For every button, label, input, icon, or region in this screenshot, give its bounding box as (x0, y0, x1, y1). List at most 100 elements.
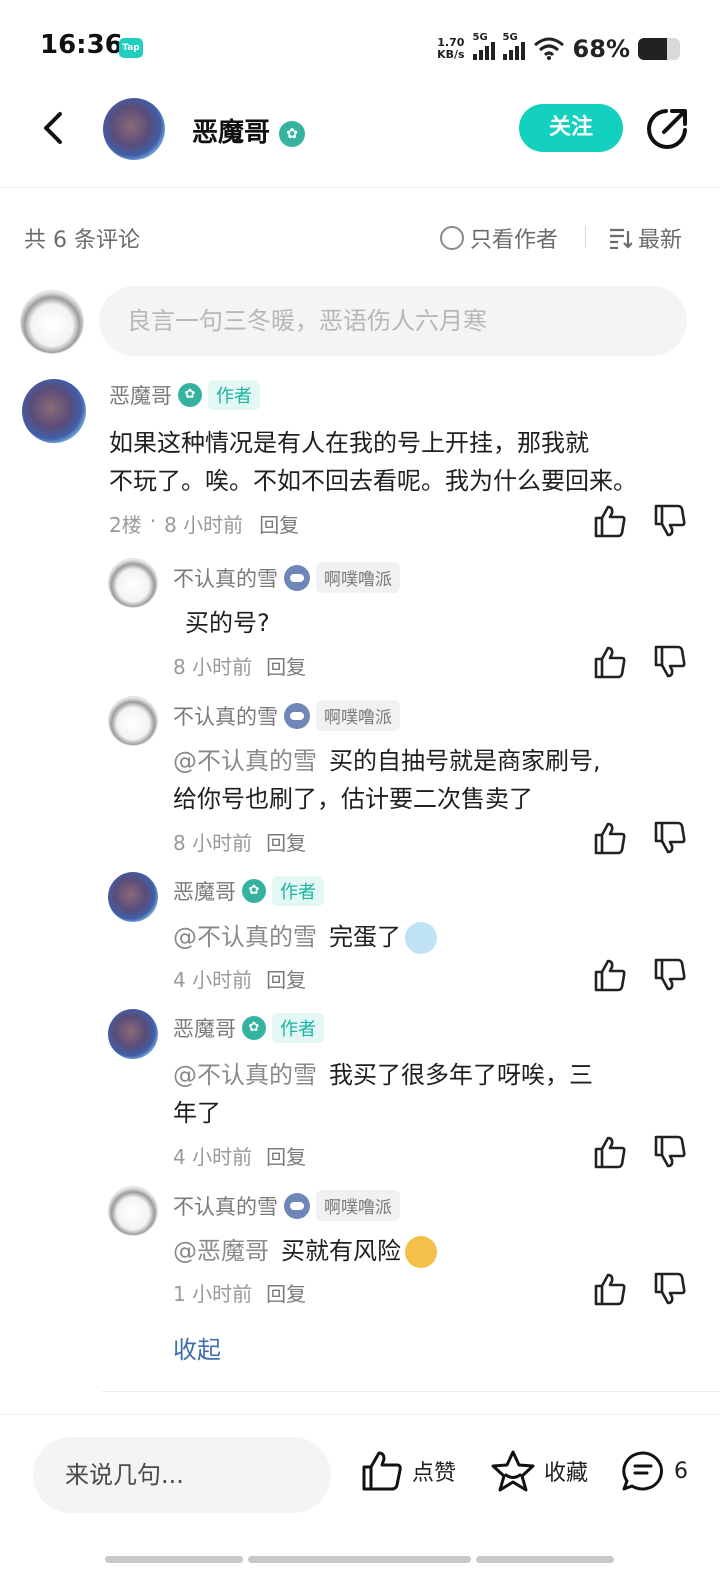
author-avatar[interactable] (103, 98, 165, 160)
reply-text-line: 年了 (173, 1099, 221, 1127)
reply-avatar[interactable] (108, 872, 158, 922)
wifi-icon (533, 37, 564, 60)
reply-time: 4 小时前 (173, 1145, 253, 1169)
gamepad-icon (284, 564, 310, 591)
reply-author-name[interactable]: 不认真的雪 啊噗噜派 (173, 562, 400, 593)
comment-text-line: 如果这种情况是有人在我的号上开挂，那我就 (109, 429, 589, 457)
commenter-name[interactable]: 恶魔哥 ✿ 作者 (109, 380, 260, 410)
follow-button[interactable]: 关注 (519, 104, 623, 152)
favorite-label: 收藏 (544, 1461, 589, 1486)
group-tag: 啊噗噜派 (316, 700, 400, 731)
reply-avatar[interactable] (108, 558, 158, 608)
reply-avatar[interactable] (108, 696, 158, 746)
mention-link[interactable]: @不认真的雪 (173, 923, 317, 951)
reply-author-name[interactable]: 不认真的雪 啊噗噜派 (173, 700, 400, 731)
verified-icon: ✿ (279, 120, 306, 147)
comment-meta: 2楼 · 8 小时前 回复 (109, 509, 299, 538)
author-tag: 作者 (208, 380, 260, 410)
tap-app-icon: Tap (119, 38, 143, 58)
reply-button[interactable]: 回复 (266, 964, 306, 993)
status-time: 16:36 (40, 30, 123, 60)
comment-button[interactable]: 6 (620, 1449, 688, 1493)
reply-author-name[interactable]: 恶魔哥 ✿ 作者 (173, 1013, 324, 1043)
reply-meta: 4 小时前 回复 (173, 964, 306, 993)
comment-time: 8 小时前 (164, 513, 244, 537)
commenter-name-text: 恶魔哥 (109, 384, 172, 408)
reply-author-name-text: 恶魔哥 (173, 880, 236, 904)
nav-indicator (476, 1556, 614, 1563)
thumb-down-icon[interactable] (652, 958, 686, 992)
reply-author-name-text: 不认真的雪 (173, 704, 278, 729)
comment-text-line: 不玩了。唉。不如不回去看呢。我为什么要回来。 (109, 467, 637, 495)
reply-text-line: @恶魔哥 买就有风险 (173, 1232, 693, 1270)
reply-button[interactable]: 回复 (259, 509, 299, 538)
chevron-left-icon[interactable] (34, 108, 74, 148)
post-header: 恶魔哥 ✿ 关注 (0, 96, 720, 188)
thumb-up-icon[interactable] (592, 821, 626, 855)
share-icon[interactable] (644, 106, 690, 152)
reply-button[interactable]: 回复 (266, 1141, 306, 1170)
commenter-avatar[interactable] (22, 379, 86, 443)
comment-text: 如果这种情况是有人在我的号上开挂，那我就 不玩了。唉。不如不回去看呢。我为什么要… (109, 424, 709, 500)
only-author-label: 只看作者 (470, 228, 559, 253)
thumb-up-icon[interactable] (592, 1272, 626, 1306)
thumb-down-icon[interactable] (652, 1272, 686, 1306)
thumb-down-icon[interactable] (652, 504, 686, 538)
divider (102, 1391, 720, 1392)
battery-percent: 68% (572, 35, 630, 63)
verified-icon: ✿ (242, 879, 266, 903)
mention-link[interactable]: @不认真的雪 (173, 1061, 317, 1089)
thumb-down-icon[interactable] (652, 645, 686, 679)
comment-input[interactable]: 良言一句三冬暖，恶语伤人六月寒 (99, 286, 687, 356)
reply-button[interactable]: 回复 (266, 827, 306, 856)
status-bar: 16:36 Tap 1.70 KB/s 5G 5G 68% (0, 0, 720, 96)
author-name[interactable]: 恶魔哥 ✿ (192, 112, 306, 149)
thumb-down-icon[interactable] (652, 1135, 686, 1169)
reply-avatar[interactable] (108, 1009, 158, 1059)
reply-avatar[interactable] (108, 1186, 158, 1236)
my-avatar (20, 290, 84, 354)
thumb-down-icon[interactable] (652, 821, 686, 855)
reply-button[interactable]: 回复 (266, 651, 306, 680)
thumb-up-icon[interactable] (592, 504, 626, 538)
nav-indicator (105, 1556, 243, 1563)
sort-label: 最新 (638, 228, 683, 253)
reply-time: 8 小时前 (173, 831, 253, 855)
author-name-text: 恶魔哥 (192, 118, 271, 148)
reply-button[interactable]: 回复 (266, 1278, 306, 1307)
mention-link[interactable]: @不认真的雪 (173, 747, 317, 775)
thumb-up-icon[interactable] (592, 958, 626, 992)
comment-count: 共 6 条评论 (24, 228, 140, 253)
thumb-up-icon[interactable] (592, 645, 626, 679)
reply-author-name-text: 不认真的雪 (173, 566, 278, 591)
reply-meta: 8 小时前 回复 (173, 651, 306, 680)
reply-author-name[interactable]: 恶魔哥 ✿ 作者 (173, 876, 324, 906)
reply-text: @恶魔哥 买就有风险 (173, 1232, 693, 1270)
sort-lines-icon (610, 228, 632, 249)
reply-text-line: 买的号? (173, 604, 693, 642)
reply-text: 买的号? (173, 604, 693, 642)
say-something-input[interactable]: 来说几句... (33, 1437, 331, 1513)
reply-text-content: 我买了很多年了呀唉，三 (329, 1061, 593, 1089)
thumb-up-icon (362, 1451, 402, 1491)
signal-label-1: 5G (472, 32, 488, 43)
favorite-button[interactable]: 收藏 (490, 1449, 588, 1493)
sort-toggle[interactable]: 最新 (608, 222, 682, 254)
author-tag: 作者 (272, 876, 324, 906)
collapse-button[interactable]: 收起 (173, 1330, 221, 1365)
group-tag: 啊噗噜派 (316, 1190, 400, 1221)
reply-text: @不认真的雪 我买了很多年了呀唉，三年了 (173, 1056, 693, 1132)
gamepad-icon (284, 702, 310, 729)
status-indicators: 1.70 KB/s 5G 5G 68% (437, 32, 680, 64)
thumb-up-icon[interactable] (592, 1135, 626, 1169)
network-speed: 1.70 KB/s (437, 37, 464, 61)
reply-text-content: 买就有风险 (281, 1237, 401, 1265)
emoji-icon (405, 1236, 437, 1268)
like-button[interactable]: 点赞 (360, 1449, 456, 1493)
mention-link[interactable]: @恶魔哥 (173, 1237, 269, 1265)
reply-author-name[interactable]: 不认真的雪 啊噗噜派 (173, 1190, 400, 1221)
comment-bubble-icon (622, 1451, 663, 1491)
only-author-toggle[interactable]: 只看作者 (440, 222, 558, 254)
bottom-action-bar: 来说几句... 点赞 收藏 6 (0, 1414, 720, 1542)
gamepad-icon (284, 1192, 310, 1219)
